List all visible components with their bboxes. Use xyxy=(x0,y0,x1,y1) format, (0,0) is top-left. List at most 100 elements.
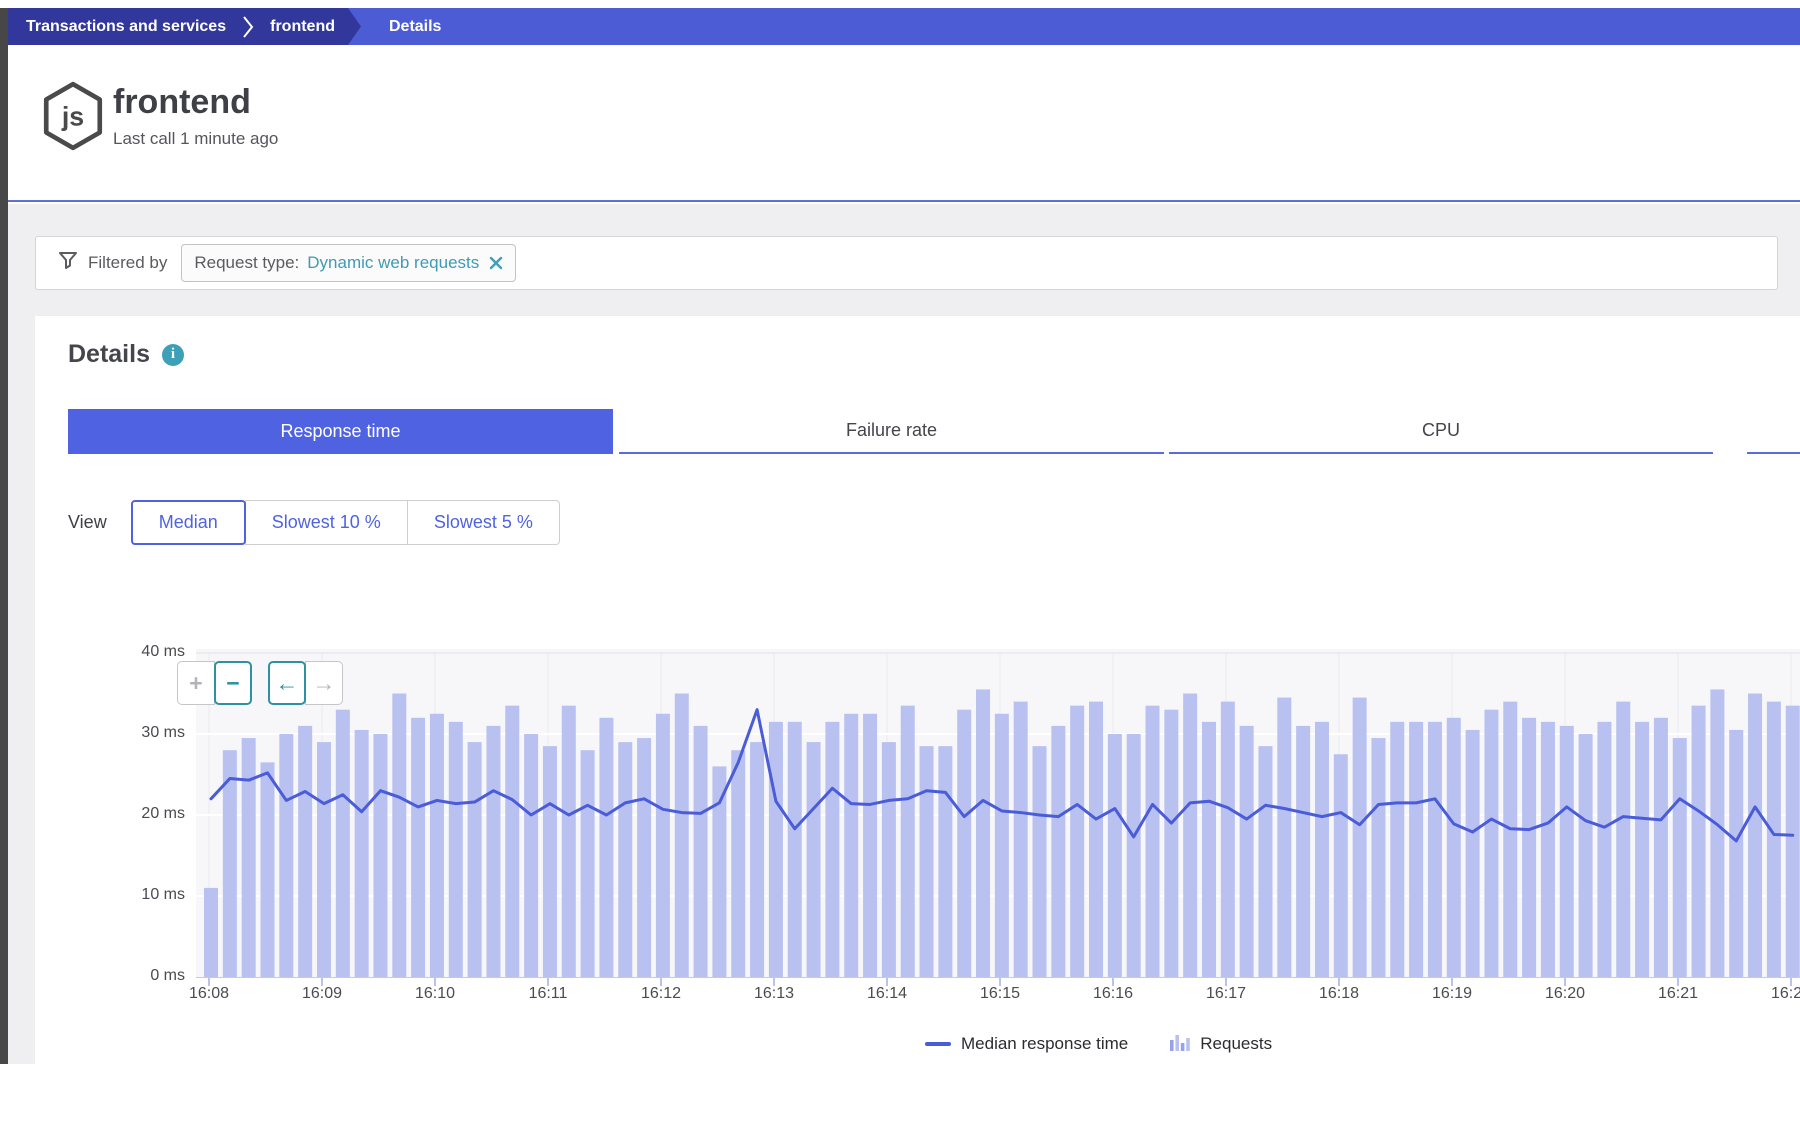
requests-bar xyxy=(1692,706,1706,977)
requests-bar xyxy=(844,714,858,977)
requests-bar xyxy=(1616,702,1630,977)
requests-bar xyxy=(1748,694,1762,978)
y-axis-labels: 0 ms10 ms20 ms30 ms40 ms xyxy=(35,649,185,986)
requests-bar xyxy=(1051,726,1065,977)
tab-cpu[interactable]: CPU xyxy=(1169,409,1713,454)
view-option-slowest-5[interactable]: Slowest 5 % xyxy=(407,500,560,545)
x-tick-label: 16:12 xyxy=(626,985,696,1003)
collapsed-sidebar-strip[interactable] xyxy=(0,8,8,1064)
filter-chip-prefix: Request type: xyxy=(194,253,299,273)
requests-bar xyxy=(712,766,726,977)
requests-bar xyxy=(242,738,256,977)
y-tick-label: 30 ms xyxy=(35,724,185,742)
service-details-page: Transactions and services frontend Detai… xyxy=(0,0,1800,1142)
requests-bar xyxy=(1070,706,1084,977)
legend-requests: Requests xyxy=(1170,1032,1272,1056)
requests-bar xyxy=(355,730,369,977)
requests-bar xyxy=(1164,710,1178,977)
requests-bar xyxy=(449,722,463,977)
chart-plot[interactable] xyxy=(196,649,1800,986)
breadcrumb-item-details[interactable]: Details xyxy=(389,8,441,45)
requests-bar xyxy=(1654,718,1668,977)
requests-bar xyxy=(1146,706,1160,977)
info-icon[interactable]: i xyxy=(162,344,184,366)
chevron-right-icon xyxy=(242,15,254,39)
requests-bar xyxy=(505,706,519,977)
y-tick-label: 40 ms xyxy=(35,643,185,661)
filter-funnel-icon xyxy=(58,251,78,275)
breadcrumb-item-frontend[interactable]: frontend xyxy=(270,18,335,36)
requests-bar xyxy=(769,722,783,977)
x-tick-label: 16:16 xyxy=(1078,985,1148,1003)
breadcrumb-dark-group: Transactions and services frontend xyxy=(8,8,361,45)
requests-bar xyxy=(995,714,1009,977)
zoom-out-button[interactable]: − xyxy=(214,661,252,705)
requests-bar xyxy=(1258,746,1272,977)
view-option-slowest-10[interactable]: Slowest 10 % xyxy=(245,500,408,545)
requests-bar xyxy=(1635,722,1649,977)
requests-bar xyxy=(1786,706,1800,977)
requests-bar xyxy=(1522,718,1536,977)
requests-bar xyxy=(1729,730,1743,977)
requests-bar xyxy=(1484,710,1498,977)
details-card: Details i Response time Failure rate CPU… xyxy=(35,316,1800,1064)
requests-bar xyxy=(279,734,293,977)
page-title: frontend xyxy=(113,83,251,122)
requests-bar xyxy=(260,762,274,977)
tab-partial-offscreen[interactable] xyxy=(1747,409,1800,454)
tab-response-time[interactable]: Response time xyxy=(68,409,613,454)
x-tick-label: 16:10 xyxy=(400,985,470,1003)
view-label: View xyxy=(68,512,107,533)
y-tick-label: 10 ms xyxy=(35,886,185,904)
requests-bar xyxy=(599,718,613,977)
mini-bar-chart-icon xyxy=(1170,1032,1190,1056)
requests-bar xyxy=(1334,754,1348,977)
requests-bar xyxy=(1108,734,1122,977)
chart-zoom-controls: + − xyxy=(177,661,252,705)
requests-bar xyxy=(637,738,651,977)
requests-bar xyxy=(411,718,425,977)
requests-bar xyxy=(731,750,745,977)
x-tick-label: 16:11 xyxy=(513,985,583,1003)
line-swatch-icon xyxy=(925,1042,951,1046)
requests-bar xyxy=(298,726,312,977)
requests-bar xyxy=(1597,722,1611,977)
details-heading: Details xyxy=(68,340,150,369)
requests-bar xyxy=(317,742,331,977)
filtered-by-label: Filtered by xyxy=(88,253,167,273)
svg-text:js: js xyxy=(61,101,84,131)
requests-bar xyxy=(694,726,708,977)
y-tick-label: 20 ms xyxy=(35,805,185,823)
requests-bar xyxy=(1202,722,1216,977)
service-header: js frontend Last call 1 minute ago xyxy=(8,45,1800,202)
requests-bar xyxy=(675,694,689,978)
requests-bar xyxy=(524,734,538,977)
requests-bar xyxy=(1296,726,1310,977)
requests-bar xyxy=(1767,702,1781,977)
tab-failure-rate[interactable]: Failure rate xyxy=(619,409,1164,454)
remove-filter-icon[interactable] xyxy=(489,256,503,270)
requests-bar xyxy=(901,706,915,977)
requests-bar xyxy=(1428,722,1442,977)
x-tick-label: 16:13 xyxy=(739,985,809,1003)
page-background-band: Filtered by Request type: Dynamic web re… xyxy=(8,204,1800,1064)
view-selector-row: View Median Slowest 10 % Slowest 5 % xyxy=(68,500,560,545)
requests-bar xyxy=(1710,689,1724,977)
x-tick-label: 16:18 xyxy=(1304,985,1374,1003)
requests-bar xyxy=(807,742,821,977)
view-option-median[interactable]: Median xyxy=(131,500,246,545)
pan-right-button[interactable]: → xyxy=(305,661,343,705)
filter-chip-request-type[interactable]: Request type: Dynamic web requests xyxy=(181,244,516,282)
requests-bar xyxy=(468,742,482,977)
requests-bar xyxy=(1240,726,1254,977)
requests-bar xyxy=(486,726,500,977)
zoom-in-button[interactable]: + xyxy=(177,661,215,705)
requests-bar xyxy=(336,710,350,977)
pan-left-button[interactable]: ← xyxy=(268,661,306,705)
x-axis-labels: 16:0816:0916:1016:1116:1216:1316:1416:15… xyxy=(196,985,1800,1007)
requests-bar xyxy=(920,746,934,977)
filter-chip-value: Dynamic web requests xyxy=(307,253,479,273)
breadcrumb-item-transactions-and-services[interactable]: Transactions and services xyxy=(26,18,226,36)
requests-bar xyxy=(1579,734,1593,977)
x-tick-label: 16:15 xyxy=(965,985,1035,1003)
